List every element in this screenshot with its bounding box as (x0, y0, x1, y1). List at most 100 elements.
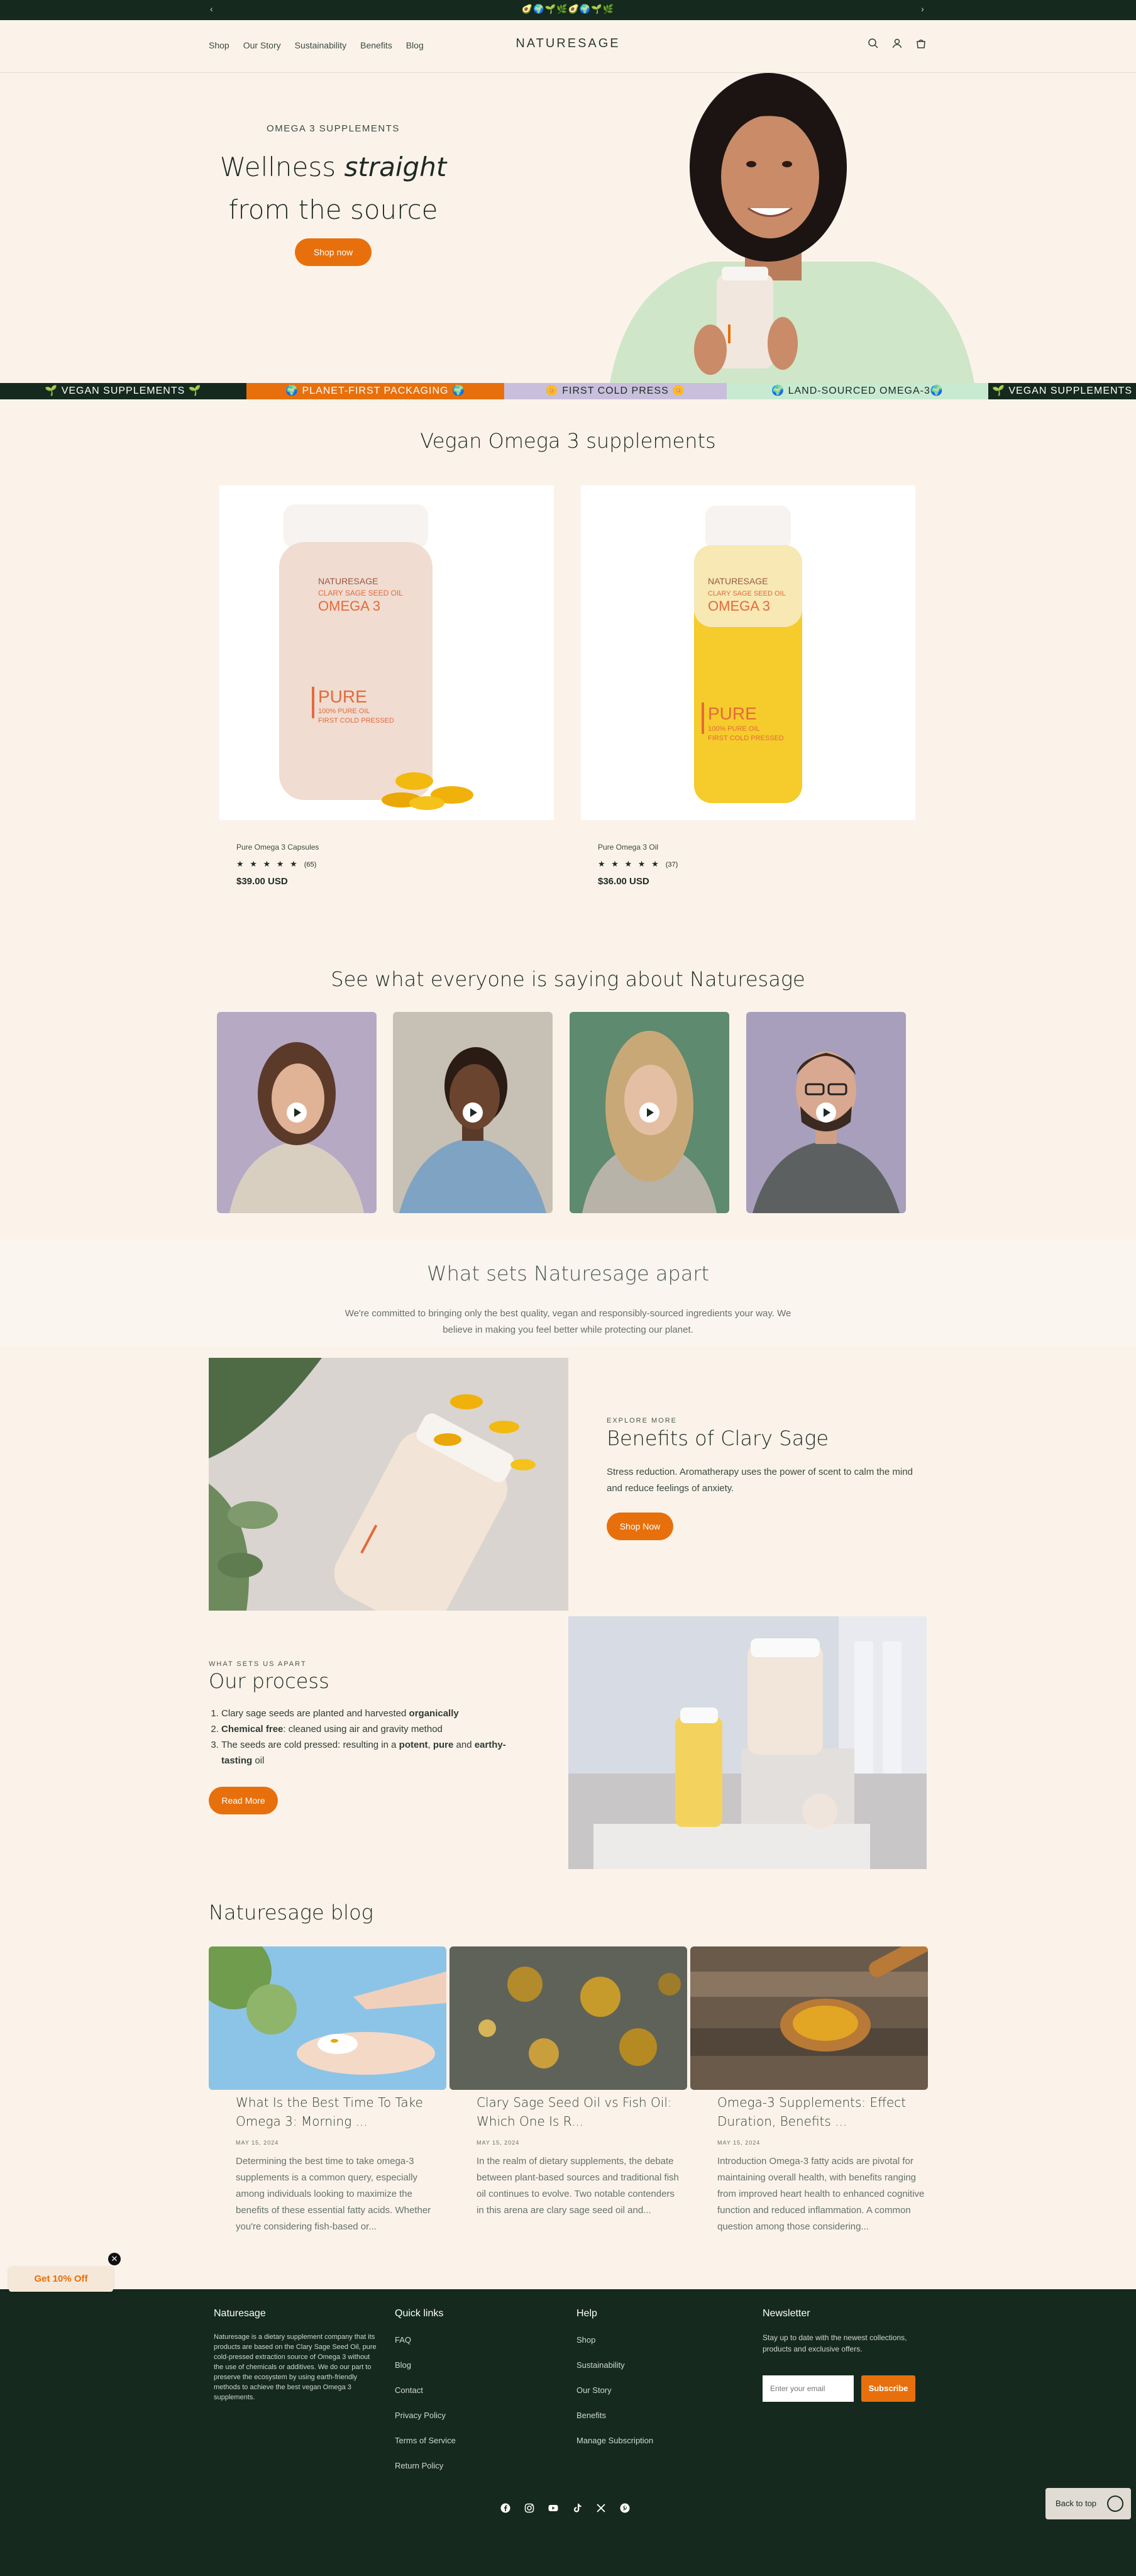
blog-post-excerpt: Determining the best time to take omega-… (236, 2156, 431, 2232)
step-bold: Chemical free (221, 1724, 284, 1735)
facebook-icon[interactable] (500, 2503, 510, 2513)
hero-title-emphasis: straight (344, 152, 447, 182)
footer-quick-links-title: Quick links (395, 2308, 444, 2319)
clary-shop-now-button[interactable]: Shop Now (607, 1513, 673, 1540)
play-icon[interactable] (463, 1102, 483, 1123)
footer-link-contact[interactable]: Contact (395, 2385, 423, 2395)
play-icon[interactable] (639, 1102, 659, 1123)
footer-link-manage-subscription[interactable]: Manage Subscription (576, 2436, 653, 2445)
footer-link-our-story[interactable]: Our Story (576, 2385, 612, 2395)
pinterest-icon[interactable] (620, 2503, 630, 2513)
back-to-top-button[interactable]: Back to top (1045, 2488, 1131, 2519)
tiktok-icon[interactable] (572, 2503, 582, 2513)
close-icon[interactable]: ✕ (108, 2253, 121, 2265)
clary-eyebrow: EXPLORE MORE (607, 1417, 678, 1424)
discount-popup-button[interactable]: Get 10% Off (9, 2267, 113, 2292)
bottle-pure-text: PURE (708, 704, 757, 723)
benefits-marquee: 🌱 VEGAN SUPPLEMENTS 🌱 🌍 PLANET-FIRST PAC… (0, 383, 1136, 399)
step-text: , (427, 1740, 433, 1750)
blog-post-date: MAY 15, 2024 (236, 2140, 279, 2146)
footer-link-return[interactable]: Return Policy (395, 2461, 443, 2470)
instagram-icon[interactable] (524, 2503, 534, 2513)
product-rating: ★ ★ ★ ★ ★ (37) (598, 859, 678, 869)
blog-post-image[interactable] (209, 1946, 446, 2090)
x-icon[interactable] (596, 2503, 606, 2513)
clary-text: Stress reduction. Aromatherapy uses the … (607, 1467, 913, 1494)
clary-sage-bottle-image (209, 1358, 568, 1611)
blog-post-excerpt: In the realm of dietary supplements, the… (477, 2156, 679, 2216)
products-section-title: Vegan Omega 3 supplements (420, 429, 716, 453)
testimonial-video[interactable] (570, 1012, 729, 1213)
process-step: The seeds are cold pressed: resulting in… (221, 1737, 523, 1768)
footer-link-faq[interactable]: FAQ (395, 2335, 411, 2345)
step-text: oil (252, 1755, 265, 1766)
play-icon[interactable] (816, 1102, 836, 1123)
footer-link-privacy[interactable]: Privacy Policy (395, 2411, 446, 2420)
oil-bottle-image: NATURESAGE CLARY SAGE SEED OIL OMEGA 3 P… (694, 506, 802, 803)
blog-section-title: Naturesage blog (209, 1901, 373, 1924)
site-logo[interactable]: NATURESAGE (0, 36, 1136, 51)
account-icon[interactable] (891, 37, 903, 50)
product-card-image[interactable]: NATURESAGE CLARY SAGE SEED OIL OMEGA 3 P… (219, 486, 554, 820)
blog-image-hands-capsules (209, 1946, 446, 2075)
step-text: The seeds are cold pressed: resulting in… (221, 1740, 399, 1750)
product-name[interactable]: Pure Omega 3 Capsules (236, 843, 319, 852)
blog-post-image[interactable] (449, 1946, 687, 2090)
hero-shop-now-button[interactable]: Shop now (295, 238, 372, 266)
newsletter-subscribe-button[interactable]: Subscribe (861, 2375, 915, 2402)
apart-section-title: What sets Naturesage apart (426, 1262, 710, 1285)
clary-title: Benefits of Clary Sage (607, 1426, 829, 1450)
process-title: Our process (209, 1669, 329, 1693)
process-step: Clary sage seeds are planted and harvest… (221, 1706, 523, 1721)
product-name[interactable]: Pure Omega 3 Oil (598, 843, 658, 852)
apart-description: We're committed to bringing only the bes… (345, 1308, 791, 1335)
process-steps: Clary sage seeds are planted and harvest… (209, 1706, 523, 1768)
blog-post-title[interactable]: Clary Sage Seed Oil vs Fish Oil: Which O… (477, 2093, 690, 2131)
newsletter-email-input[interactable] (763, 2375, 854, 2402)
blog-post-title[interactable]: Omega-3 Supplements: Effect Duration, Be… (717, 2093, 931, 2131)
cart-icon[interactable] (915, 37, 927, 50)
marquee-item: 🌱 VEGAN SUPPLEMENTS 🌱 (0, 383, 246, 399)
blog-image-oil-bottles (478, 1967, 681, 2068)
blog-post-date: MAY 15, 2024 (717, 2140, 761, 2146)
footer-link-terms[interactable]: Terms of Service (395, 2436, 456, 2445)
capsules-bottle-image: NATURESAGE CLARY SAGE SEED OIL OMEGA 3 P… (279, 504, 473, 810)
blog-post-image[interactable] (690, 1946, 928, 2090)
arrow-up-icon (1107, 2496, 1123, 2512)
announcement-bar: ‹ 🥑🌍🌱🌿🥑🌍🌱🌿 › (0, 0, 1136, 20)
marquee-item: 🌍 PLANET-FIRST PACKAGING 🌍 (246, 383, 504, 399)
testimonial-video[interactable] (393, 1012, 553, 1213)
step-bold: pure (433, 1740, 454, 1750)
marquee-item: 🌍 LAND-SOURCED OMEGA-3🌍 (727, 383, 988, 399)
bottle-brand-text: NATURESAGE (318, 576, 378, 586)
youtube-icon[interactable] (548, 2503, 558, 2513)
site-header: Shop Our Story Sustainability Benefits B… (0, 20, 1136, 73)
bottle-sub-text: CLARY SAGE SEED OIL (708, 590, 786, 597)
step-bold: organically (409, 1708, 459, 1719)
announcement-next-arrow-icon[interactable]: › (921, 4, 924, 14)
product-card-image[interactable]: NATURESAGE CLARY SAGE SEED OIL OMEGA 3 P… (581, 486, 915, 820)
play-icon[interactable] (287, 1102, 307, 1123)
review-count: (37) (665, 861, 678, 869)
blog-post-title[interactable]: What Is the Best Time To Take Omega 3: M… (236, 2093, 449, 2131)
bottle-line1-text: 100% PURE OIL (708, 725, 760, 733)
process-eyebrow: WHAT SETS US APART (209, 1660, 307, 1668)
product-rating: ★ ★ ★ ★ ★ (65) (236, 859, 316, 869)
bottle-sub-text: CLARY SAGE SEED OIL (318, 589, 403, 597)
testimonial-video[interactable] (217, 1012, 377, 1213)
star-rating-icon: ★ ★ ★ ★ ★ (236, 859, 299, 869)
newsletter-description: Stay up to date with the newest collecti… (763, 2333, 907, 2353)
search-icon[interactable] (867, 37, 880, 50)
footer-link-shop[interactable]: Shop (576, 2335, 595, 2345)
footer-link-sustainability[interactable]: Sustainability (576, 2360, 625, 2370)
footer-about-title: Naturesage (214, 2308, 266, 2319)
process-read-more-button[interactable]: Read More (209, 1787, 278, 1814)
bottle-pure-text: PURE (318, 687, 367, 706)
step-text: Clary sage seeds are planted and harvest… (221, 1708, 409, 1719)
footer-link-blog[interactable]: Blog (395, 2360, 411, 2370)
process-step: Chemical free: cleaned using air and gra… (221, 1721, 523, 1737)
footer-link-benefits[interactable]: Benefits (576, 2411, 606, 2420)
testimonial-video[interactable] (746, 1012, 906, 1213)
hero-title-part: Wellness (219, 152, 345, 182)
bottle-name-text: OMEGA 3 (318, 598, 380, 614)
